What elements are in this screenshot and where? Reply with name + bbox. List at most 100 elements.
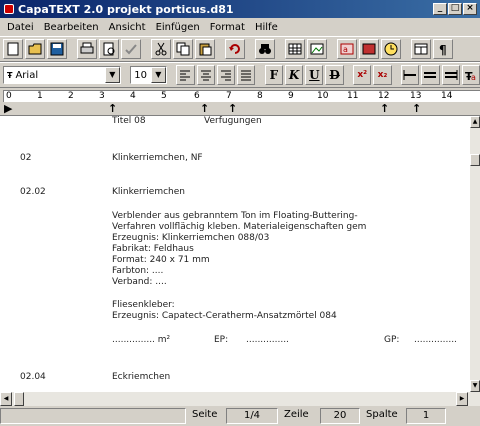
paragraph-marks-button[interactable]: ¶ — [433, 39, 453, 59]
vertical-scrollbar[interactable]: ▲ ▼ — [470, 116, 480, 392]
paste-button[interactable] — [195, 39, 215, 59]
find-button[interactable] — [255, 39, 275, 59]
table-button[interactable] — [285, 39, 305, 59]
horizontal-scroll-thumb[interactable] — [14, 392, 24, 406]
item-number: 02.02 — [20, 187, 46, 197]
document-area[interactable]: Titel 08 Verfugungen 02 Klinkerriemchen,… — [0, 116, 470, 392]
paragraph-mark-icon: ¶ — [439, 43, 447, 56]
tab-stop-icon[interactable]: ↑ — [228, 102, 237, 115]
print-preview-button[interactable] — [99, 39, 119, 59]
scroll-left-icon[interactable]: ◀ — [0, 392, 12, 406]
undo-button[interactable] — [225, 39, 245, 59]
ruler-number: 3 — [99, 91, 105, 101]
clock-button[interactable] — [381, 39, 401, 59]
field-button[interactable]: a — [337, 39, 357, 59]
menu-ansicht[interactable]: Ansicht — [104, 22, 151, 33]
align-right-button[interactable] — [216, 65, 236, 85]
header-title: Titel 08 — [112, 116, 146, 126]
minimize-button[interactable]: _ — [433, 3, 447, 15]
tab-stop-icon[interactable]: ↑ — [108, 102, 117, 115]
insert-image-button[interactable] — [307, 39, 327, 59]
binoculars-icon — [259, 44, 271, 54]
scroll-down-icon[interactable]: ▼ — [470, 380, 480, 392]
open-button[interactable] — [25, 39, 45, 59]
ruler-number: 2 — [68, 91, 74, 101]
ruler[interactable]: 0 1 2 3 4 5 6 7 8 9 10 11 12 13 14 ▶ ↑ ↑… — [0, 88, 480, 116]
menu-hilfe[interactable]: Hilfe — [250, 22, 283, 33]
align-left-icon — [180, 70, 191, 81]
svg-text:a: a — [471, 73, 476, 82]
layout-icon — [414, 43, 428, 55]
ruler-number: 8 — [257, 91, 263, 101]
print-icon — [80, 42, 94, 54]
unit-price-label: EP: — [214, 335, 229, 345]
strikethrough-button[interactable]: D — [325, 65, 344, 85]
ruler-number: 11 — [347, 91, 359, 101]
header-category: Verfugungen — [204, 116, 262, 126]
copy-icon — [176, 42, 190, 56]
style-button[interactable]: Ŧa — [461, 65, 480, 85]
ruler-number: 14 — [441, 91, 453, 101]
spellcheck-icon — [125, 44, 137, 55]
copy-button[interactable] — [173, 39, 193, 59]
superscript-button[interactable]: x² — [353, 65, 372, 85]
bold-button[interactable]: F — [264, 65, 283, 85]
align-center-button[interactable] — [196, 65, 215, 85]
title-bar: CapaTEXT 2.0 projekt porticus.d81 _ □ × — [0, 0, 480, 18]
description-line: Erzeugnis: Klinkerriemchen 088/03 — [112, 233, 270, 243]
tab-stop-icon[interactable]: ↑ — [380, 102, 389, 115]
spellcheck-button[interactable] — [121, 39, 141, 59]
cut-button[interactable] — [151, 39, 171, 59]
menu-bearbeiten[interactable]: Bearbeiten — [39, 22, 104, 33]
print-button[interactable] — [77, 39, 97, 59]
line-label: Zeile — [284, 409, 309, 420]
total-price-value: ............... — [414, 335, 457, 345]
chevron-down-icon[interactable]: ▼ — [150, 67, 166, 83]
item-title: Eckriemchen — [112, 372, 171, 382]
align-justify-button[interactable] — [237, 65, 256, 85]
save-button[interactable] — [47, 39, 67, 59]
ruler-number: 4 — [130, 91, 136, 101]
maximize-button[interactable]: □ — [448, 3, 462, 15]
border-middle-button[interactable] — [421, 65, 440, 85]
column-indicator: 1 — [406, 408, 446, 424]
table-icon — [288, 43, 302, 55]
close-button[interactable]: × — [463, 3, 477, 15]
database-button[interactable] — [359, 39, 379, 59]
description-line: Fliesenkleber: — [112, 300, 175, 310]
vertical-scroll-thumb[interactable] — [470, 154, 480, 166]
chevron-down-icon[interactable]: ▼ — [104, 67, 120, 83]
image-icon — [310, 43, 324, 55]
scroll-right-icon[interactable]: ▶ — [456, 392, 468, 406]
status-message — [0, 408, 186, 424]
layout-button[interactable] — [411, 39, 431, 59]
align-left-button[interactable] — [176, 65, 195, 85]
menu-einfuegen[interactable]: Einfügen — [151, 22, 205, 33]
scissors-icon — [155, 42, 167, 56]
border-right-icon — [444, 70, 458, 80]
border-left-button[interactable] — [401, 65, 420, 85]
description-line: Erzeugnis: Capatect-Ceratherm-Ansatzmört… — [112, 311, 337, 321]
underline-button[interactable]: U — [305, 65, 324, 85]
border-right-button[interactable] — [441, 65, 460, 85]
subscript-button[interactable]: x₂ — [373, 65, 392, 85]
new-document-button[interactable] — [3, 39, 23, 59]
scroll-up-icon[interactable]: ▲ — [470, 116, 480, 128]
tab-stop-icon[interactable]: ↑ — [200, 102, 209, 115]
align-right-icon — [220, 70, 231, 81]
font-size-value: 10 — [134, 69, 147, 81]
style-icon: Ŧa — [465, 70, 476, 82]
new-document-icon — [7, 42, 19, 56]
ruler-number: 12 — [378, 91, 390, 101]
menu-datei[interactable]: Datei — [2, 22, 39, 33]
tab-stop-icon[interactable]: ↑ — [412, 102, 421, 115]
indent-marker-icon[interactable]: ▶ — [4, 102, 12, 115]
unit-price-value: ............... — [246, 335, 289, 345]
horizontal-scrollbar[interactable]: ◀ ▶ — [0, 392, 480, 406]
italic-button[interactable]: K — [284, 65, 304, 85]
font-name-select[interactable]: Ŧ Arial ▼ — [3, 66, 121, 84]
database-icon — [362, 43, 376, 55]
font-size-select[interactable]: 10 ▼ — [130, 66, 167, 84]
font-name-value: Arial — [15, 69, 39, 81]
menu-format[interactable]: Format — [205, 22, 250, 33]
